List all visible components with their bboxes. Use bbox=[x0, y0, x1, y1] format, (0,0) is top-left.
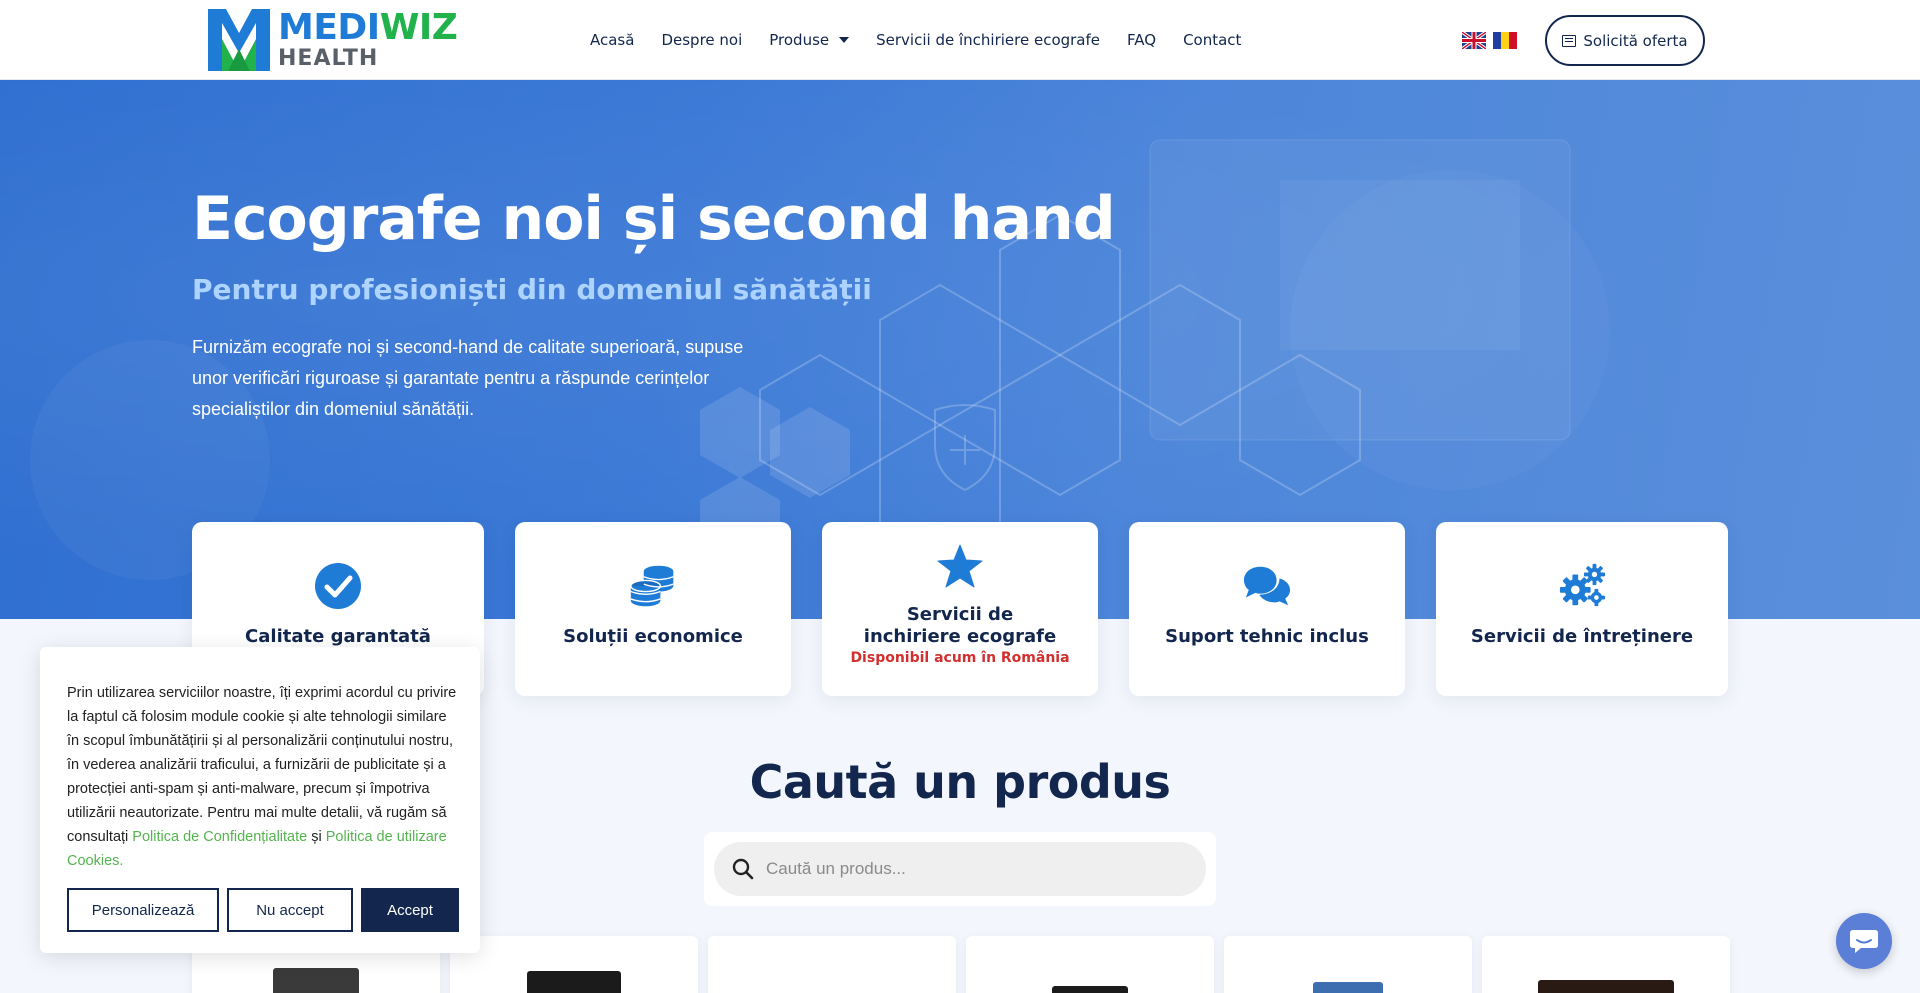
product-thumbnail bbox=[1313, 982, 1383, 993]
feature-card-maintenance: Servicii de întreținere bbox=[1436, 522, 1728, 696]
cookie-consent-panel: Prin utilizarea serviciilor noastre, îți… bbox=[40, 647, 480, 953]
feature-title: Calitate garantată bbox=[245, 626, 431, 647]
nav-item-rental[interactable]: Servicii de închiriere ecografe bbox=[876, 31, 1100, 49]
cookie-actions: Personalizează Nu accept Accept bbox=[67, 888, 467, 932]
request-offer-label: Solicită oferta bbox=[1583, 31, 1688, 50]
customize-cookies-button[interactable]: Personalizează bbox=[67, 888, 219, 932]
feature-card-economic: Soluții economice bbox=[515, 522, 791, 696]
hero-title: Ecografe noi și second hand bbox=[192, 184, 1116, 254]
search-container bbox=[704, 832, 1216, 906]
chat-widget-button[interactable] bbox=[1836, 913, 1892, 969]
cookie-and-text: și bbox=[311, 829, 322, 845]
product-card[interactable] bbox=[1482, 936, 1730, 993]
privacy-policy-link[interactable]: Politica de Confidențialitate bbox=[132, 829, 307, 845]
nav-item-label: Contact bbox=[1183, 31, 1242, 49]
feature-note: Disponibil acum în România bbox=[850, 650, 1070, 666]
logo-wordmark: MEDI WIZ HEALTH bbox=[278, 7, 458, 71]
list-icon bbox=[1562, 34, 1577, 47]
site-header: MEDI WIZ HEALTH Acasă Despre noi Produse… bbox=[0, 0, 1920, 80]
product-card[interactable] bbox=[1224, 936, 1472, 993]
logo-text-health: HEALTH bbox=[278, 46, 379, 71]
search-input[interactable] bbox=[766, 859, 1186, 879]
gears-icon bbox=[1558, 562, 1606, 610]
logo-mark-icon bbox=[208, 9, 270, 71]
product-card[interactable] bbox=[450, 936, 698, 993]
flag-uk-icon[interactable] bbox=[1462, 32, 1486, 49]
feature-title: Servicii de întreținere bbox=[1470, 626, 1694, 647]
accept-cookies-button[interactable]: Accept bbox=[361, 888, 459, 932]
product-thumbnail bbox=[273, 968, 359, 993]
logo-text-wiz: WIZ bbox=[379, 7, 458, 48]
star-icon bbox=[936, 542, 984, 590]
decline-cookies-button[interactable]: Nu accept bbox=[227, 888, 353, 932]
nav-item-contact[interactable]: Contact bbox=[1183, 31, 1241, 49]
product-thumbnail bbox=[527, 971, 621, 993]
language-switcher bbox=[1462, 32, 1524, 49]
request-offer-button[interactable]: Solicită oferta bbox=[1545, 15, 1705, 66]
chat-icon bbox=[1850, 930, 1878, 953]
hero-description: Furnizăm ecografe noi și second-hand de … bbox=[192, 337, 744, 419]
product-thumbnail bbox=[1052, 986, 1128, 993]
nav-item-label: Acasă bbox=[590, 31, 635, 49]
feature-title: Soluții economice bbox=[563, 626, 743, 647]
feature-title: Servicii de inchiriere ecografe bbox=[863, 604, 1057, 647]
chevron-down-icon bbox=[839, 37, 850, 43]
nav-item-label: Produse bbox=[769, 31, 830, 49]
product-thumbnail bbox=[1538, 980, 1674, 993]
feature-card-rental[interactable]: Servicii de inchiriere ecografe Disponib… bbox=[822, 522, 1098, 696]
feature-title: Suport tehnic inclus bbox=[1165, 626, 1369, 647]
logo-text-medi: MEDI bbox=[278, 7, 380, 48]
nav-item-label: FAQ bbox=[1127, 31, 1157, 49]
flag-ro-icon[interactable] bbox=[1493, 32, 1517, 49]
nav-item-home[interactable]: Acasă bbox=[590, 31, 634, 49]
main-nav: Acasă Despre noi Produse Servicii de înc… bbox=[590, 28, 1268, 52]
check-circle-icon bbox=[314, 562, 362, 610]
nav-item-about[interactable]: Despre noi bbox=[661, 31, 742, 49]
nav-item-label: Servicii de închiriere ecografe bbox=[876, 31, 1101, 49]
product-card[interactable] bbox=[708, 936, 956, 993]
hero-subtitle: Pentru profesioniști din domeniul sănătă… bbox=[192, 273, 872, 306]
cookie-main-text: Prin utilizarea serviciilor noastre, îți… bbox=[67, 685, 457, 821]
nav-item-products[interactable]: Produse bbox=[769, 31, 850, 49]
search-box[interactable] bbox=[714, 842, 1206, 896]
coins-icon bbox=[629, 562, 677, 610]
product-card[interactable] bbox=[966, 936, 1214, 993]
search-icon bbox=[732, 858, 754, 880]
chat-bubbles-icon bbox=[1243, 562, 1291, 610]
brand-logo[interactable]: MEDI WIZ HEALTH bbox=[208, 7, 458, 72]
feature-card-support: Suport tehnic inclus bbox=[1129, 522, 1405, 696]
nav-item-label: Despre noi bbox=[661, 31, 743, 49]
cookie-text: Prin utilizarea serviciilor noastre, îți… bbox=[67, 681, 459, 873]
nav-item-faq[interactable]: FAQ bbox=[1127, 31, 1156, 49]
